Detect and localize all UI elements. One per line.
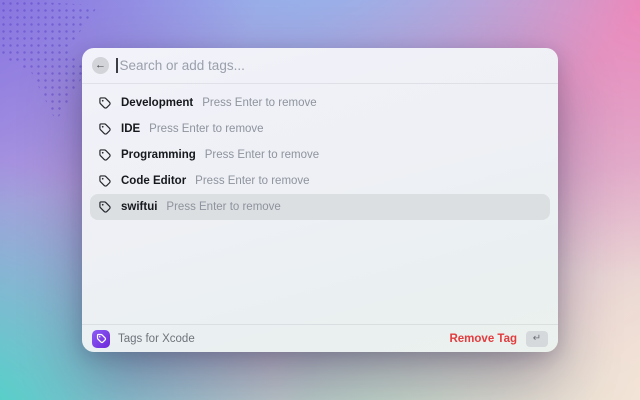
return-key-icon: ↵ [533,334,541,344]
tag-icon [98,148,112,162]
empty-area [82,220,558,324]
tag-row[interactable]: Code Editor Press Enter to remove [90,168,550,194]
tag-icon [98,174,112,188]
tag-icon [98,96,112,110]
footer-bar: Tags for Xcode Remove Tag ↵ [82,324,558,352]
remove-tag-action[interactable]: Remove Tag [449,333,517,345]
tag-label: swiftui [121,201,157,213]
tag-row[interactable]: IDE Press Enter to remove [90,116,550,142]
tag-row[interactable]: Programming Press Enter to remove [90,142,550,168]
tag-label: IDE [121,123,140,135]
tag-remove-hint: Press Enter to remove [202,97,316,109]
tag-label: Programming [121,149,196,161]
search-bar: ← [82,48,558,84]
back-arrow-icon: ← [95,60,106,71]
tags-search-window: ← Development Press Enter to remove IDE … [82,48,558,352]
back-button[interactable]: ← [92,57,109,74]
enter-key-badge: ↵ [526,331,548,347]
text-caret [116,58,118,73]
tag-list: Development Press Enter to remove IDE Pr… [82,84,558,220]
tag-remove-hint: Press Enter to remove [205,149,319,161]
tag-icon [98,200,112,214]
tag-remove-hint: Press Enter to remove [195,175,309,187]
app-icon [92,330,110,348]
tag-remove-hint: Press Enter to remove [166,201,280,213]
tag-row[interactable]: swiftui Press Enter to remove [90,194,550,220]
tag-remove-hint: Press Enter to remove [149,123,263,135]
tag-label: Development [121,97,193,109]
search-input[interactable] [120,58,549,73]
tag-icon [98,122,112,136]
tag-icon [96,333,107,344]
tag-label: Code Editor [121,175,186,187]
tag-row[interactable]: Development Press Enter to remove [90,90,550,116]
app-name: Tags for Xcode [118,333,195,345]
